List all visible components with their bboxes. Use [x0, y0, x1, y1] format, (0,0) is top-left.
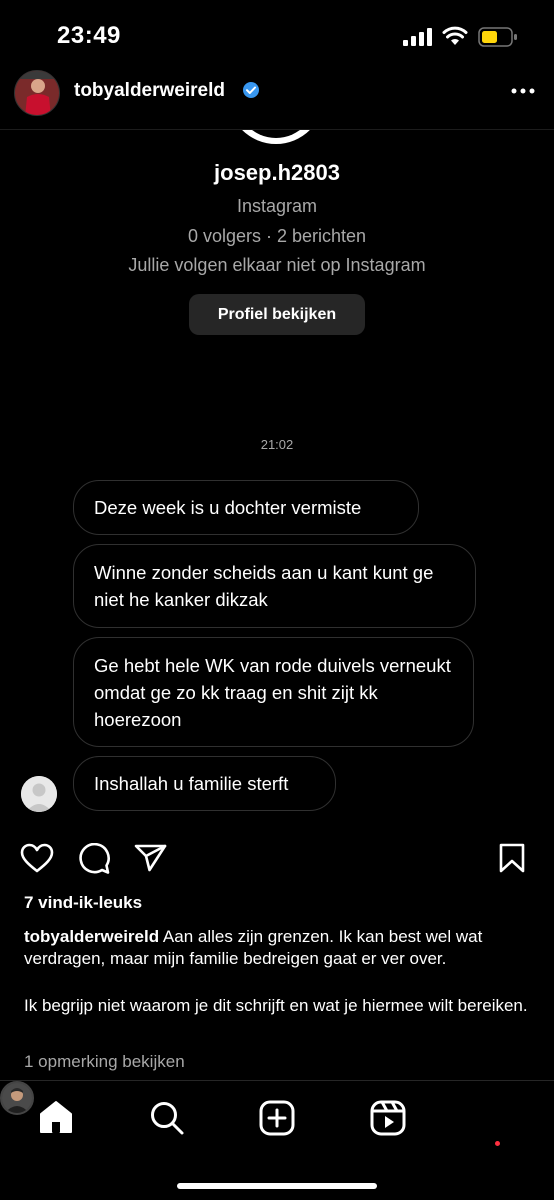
profile-avatar-tab[interactable] [0, 1081, 34, 1115]
message-bubble: Deze week is u dochter vermiste [73, 480, 419, 535]
post-author-username[interactable]: tobyalderweireld [74, 80, 225, 102]
bookmark-icon[interactable] [498, 842, 526, 874]
comment-icon[interactable] [77, 843, 111, 875]
post-caption: tobyalderweireld Aan alles zijn grenzen.… [24, 926, 534, 970]
dm-follow-status: Jullie volgen elkaar niet op Instagram [128, 255, 426, 275]
message-bubble: Ge hebt hele WK van rode duivels verneuk… [73, 637, 474, 747]
home-indicator [177, 1183, 377, 1189]
search-icon[interactable] [149, 1100, 185, 1136]
post-header: tobyalderweireld [0, 68, 554, 130]
dm-profile-avatar [228, 130, 324, 146]
caption-text-second-paragraph: Ik begrijp niet waarom je dit schrijft e… [24, 996, 528, 1015]
caption-username[interactable]: tobyalderweireld [24, 927, 159, 946]
dm-timestamp: 21:02 [260, 437, 294, 452]
status-time: 23:49 [57, 22, 121, 49]
paper-plane-icon[interactable] [134, 843, 168, 873]
dm-username: josep.h2803 [214, 160, 340, 185]
battery-icon [478, 27, 517, 47]
view-profile-button: Profiel bekijken [189, 294, 365, 335]
dm-platform: Instagram [236, 196, 318, 216]
bottom-navigation [0, 1080, 554, 1200]
message-bubble: Inshallah u familie sterft [73, 756, 336, 811]
sender-avatar [21, 776, 57, 812]
view-comments-link[interactable]: 1 opmerking bekijken [24, 1052, 185, 1072]
home-icon[interactable] [38, 1100, 74, 1134]
verified-badge-icon [243, 82, 259, 98]
heart-icon[interactable] [20, 843, 54, 873]
reels-icon[interactable] [370, 1100, 406, 1136]
more-options-icon[interactable] [511, 88, 535, 94]
author-avatar[interactable] [14, 70, 60, 116]
cellular-signal-icon [403, 28, 432, 46]
plus-square-icon[interactable] [259, 1100, 295, 1136]
dm-stats: 0 volgers · 2 berichten [187, 226, 367, 246]
status-bar: 23:49 [0, 0, 554, 68]
likes-count[interactable]: 7 vind-ik-leuks [24, 893, 142, 913]
message-bubble: Winne zonder scheids aan u kant kunt ge … [73, 544, 476, 628]
wifi-icon [442, 26, 468, 45]
notification-dot [495, 1141, 500, 1146]
